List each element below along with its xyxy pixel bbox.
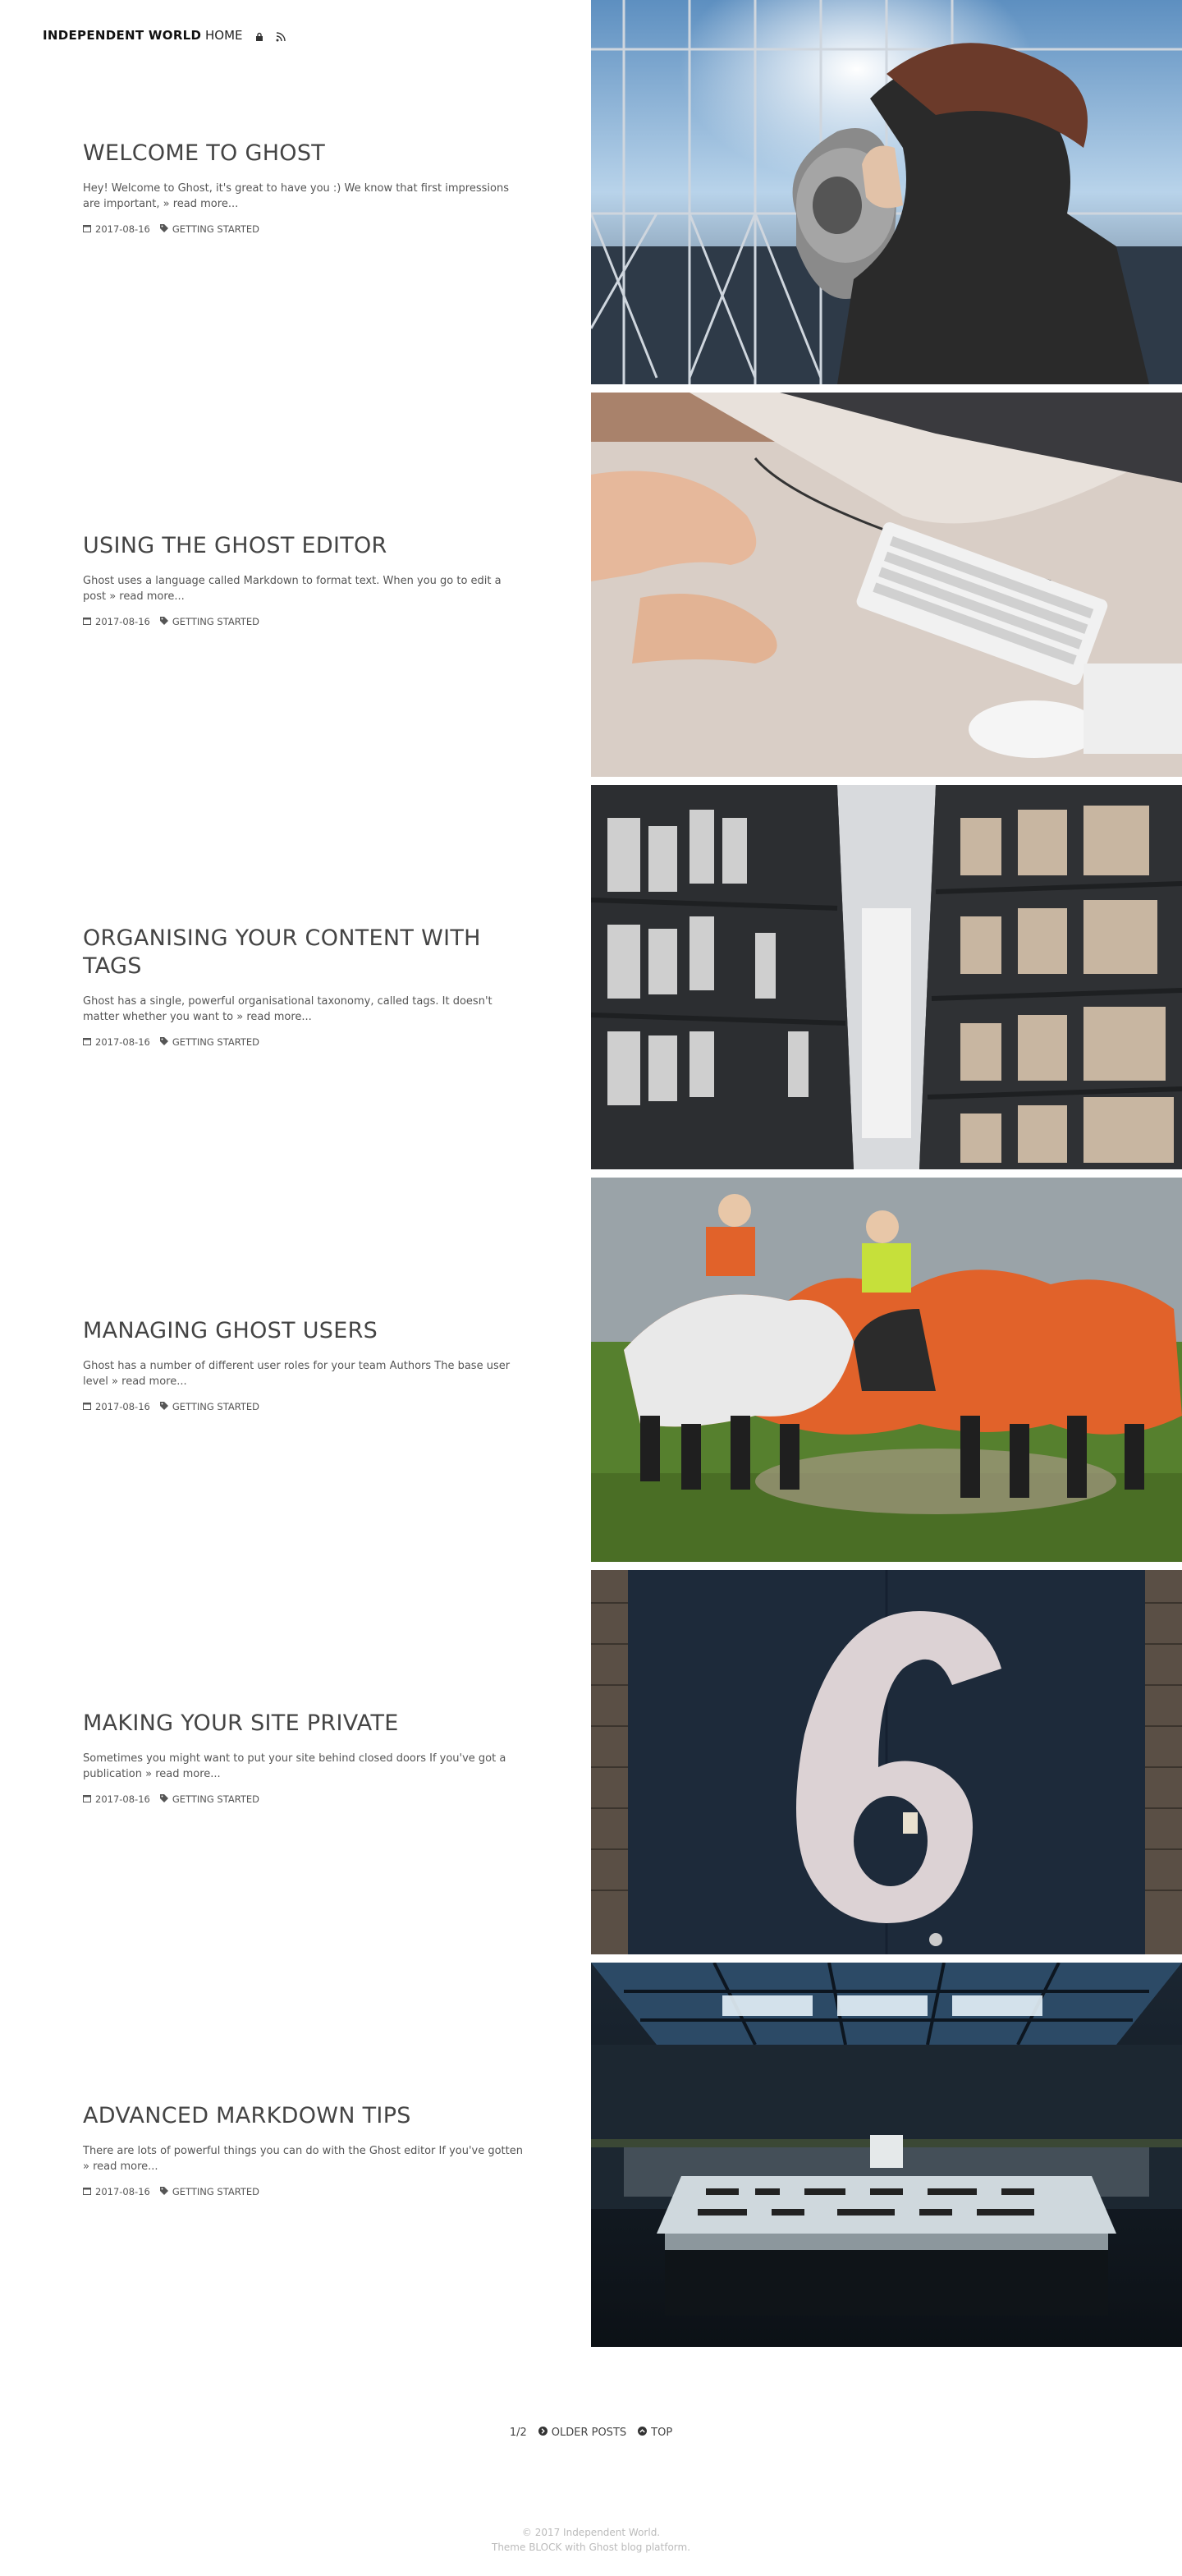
- post-title[interactable]: MANAGING GHOST USERS: [83, 1317, 526, 1345]
- post-title[interactable]: USING THE GHOST EDITOR: [83, 532, 526, 560]
- post-title[interactable]: MAKING YOUR SITE PRIVATE: [83, 1710, 526, 1738]
- calendar-icon: [83, 223, 91, 235]
- post-image[interactable]: [591, 785, 1182, 1169]
- post-date: 2017-08-16: [95, 1793, 150, 1805]
- post-text: USING THE GHOST EDITOR Ghost uses a lang…: [83, 532, 526, 627]
- post-image[interactable]: [591, 1570, 1182, 1954]
- post-date: 2017-08-16: [95, 616, 150, 627]
- post-excerpt[interactable]: Ghost uses a language called Markdown to…: [83, 573, 526, 604]
- post-image[interactable]: [591, 1963, 1182, 2347]
- post-tag[interactable]: GETTING STARTED: [172, 616, 259, 627]
- tag-icon: [159, 2186, 168, 2197]
- calendar-icon: [83, 1401, 91, 1412]
- post-text: MANAGING GHOST USERS Ghost has a number …: [83, 1317, 526, 1412]
- site-footer: © 2017 Independent World. Theme BLOCK wi…: [0, 2525, 1182, 2555]
- post-date: 2017-08-16: [95, 1401, 150, 1412]
- post-item: MANAGING GHOST USERS Ghost has a number …: [0, 1178, 1182, 1562]
- post-item: WELCOME TO GHOST Hey! Welcome to Ghost, …: [0, 0, 1182, 384]
- pagination: 1/2 OLDER POSTS TOP: [0, 2427, 1182, 2439]
- footer-copyright: © 2017 Independent World.: [521, 2527, 661, 2538]
- post-item: MAKING YOUR SITE PRIVATE Sometimes you m…: [0, 1570, 1182, 1954]
- top-link[interactable]: TOP: [638, 2427, 672, 2439]
- footer-theme[interactable]: Theme BLOCK with Ghost blog platform.: [0, 2540, 1182, 2555]
- post-image[interactable]: [591, 393, 1182, 777]
- post-excerpt[interactable]: Ghost has a number of different user rol…: [83, 1358, 526, 1389]
- post-text: MAKING YOUR SITE PRIVATE Sometimes you m…: [83, 1710, 526, 1805]
- post-tag[interactable]: GETTING STARTED: [172, 1036, 259, 1048]
- post-excerpt[interactable]: Sometimes you might want to put your sit…: [83, 1751, 526, 1782]
- calendar-icon: [83, 1036, 91, 1048]
- calendar-icon: [83, 616, 91, 627]
- post-meta: 2017-08-16 GETTING STARTED: [83, 1401, 526, 1412]
- post-text: ADVANCED MARKDOWN TIPS There are lots of…: [83, 2102, 526, 2197]
- tag-icon: [159, 223, 168, 235]
- post-meta: 2017-08-16 GETTING STARTED: [83, 1036, 526, 1048]
- calendar-icon: [83, 2186, 91, 2197]
- post-tag[interactable]: GETTING STARTED: [172, 1401, 259, 1412]
- post-excerpt[interactable]: Hey! Welcome to Ghost, it's great to hav…: [83, 181, 526, 212]
- post-excerpt[interactable]: Ghost has a single, powerful organisatio…: [83, 994, 526, 1025]
- post-text: WELCOME TO GHOST Hey! Welcome to Ghost, …: [83, 140, 526, 235]
- post-meta: 2017-08-16 GETTING STARTED: [83, 223, 526, 235]
- page-number: 1/2: [509, 2427, 527, 2439]
- arrow-right-circle-icon: [538, 2427, 547, 2439]
- calendar-icon: [83, 1793, 91, 1805]
- tag-icon: [159, 1793, 168, 1805]
- post-title[interactable]: ADVANCED MARKDOWN TIPS: [83, 2102, 526, 2130]
- tag-icon: [159, 1036, 168, 1048]
- post-image[interactable]: [591, 1178, 1182, 1562]
- post-tag[interactable]: GETTING STARTED: [172, 1793, 259, 1805]
- post-tag[interactable]: GETTING STARTED: [172, 2186, 259, 2197]
- post-title[interactable]: ORGANISING YOUR CONTENT WITH TAGS: [83, 925, 526, 980]
- post-meta: 2017-08-16 GETTING STARTED: [83, 1793, 526, 1805]
- post-meta: 2017-08-16 GETTING STARTED: [83, 616, 526, 627]
- post-date: 2017-08-16: [95, 1036, 150, 1048]
- top-label: TOP: [651, 2427, 673, 2439]
- post-date: 2017-08-16: [95, 223, 150, 235]
- tag-icon: [159, 1401, 168, 1412]
- post-meta: 2017-08-16 GETTING STARTED: [83, 2186, 526, 2197]
- post-date: 2017-08-16: [95, 2186, 150, 2197]
- post-tag[interactable]: GETTING STARTED: [172, 223, 259, 235]
- post-item: ADVANCED MARKDOWN TIPS There are lots of…: [0, 1963, 1182, 2347]
- post-excerpt[interactable]: There are lots of powerful things you ca…: [83, 2143, 526, 2174]
- post-image[interactable]: [591, 0, 1182, 384]
- older-posts-link[interactable]: OLDER POSTS: [538, 2427, 626, 2439]
- post-item: USING THE GHOST EDITOR Ghost uses a lang…: [0, 393, 1182, 777]
- older-posts-label: OLDER POSTS: [551, 2427, 627, 2439]
- post-title[interactable]: WELCOME TO GHOST: [83, 140, 526, 168]
- post-text: ORGANISING YOUR CONTENT WITH TAGS Ghost …: [83, 925, 526, 1048]
- tag-icon: [159, 616, 168, 627]
- arrow-up-circle-icon: [638, 2427, 648, 2439]
- post-item: ORGANISING YOUR CONTENT WITH TAGS Ghost …: [0, 785, 1182, 1169]
